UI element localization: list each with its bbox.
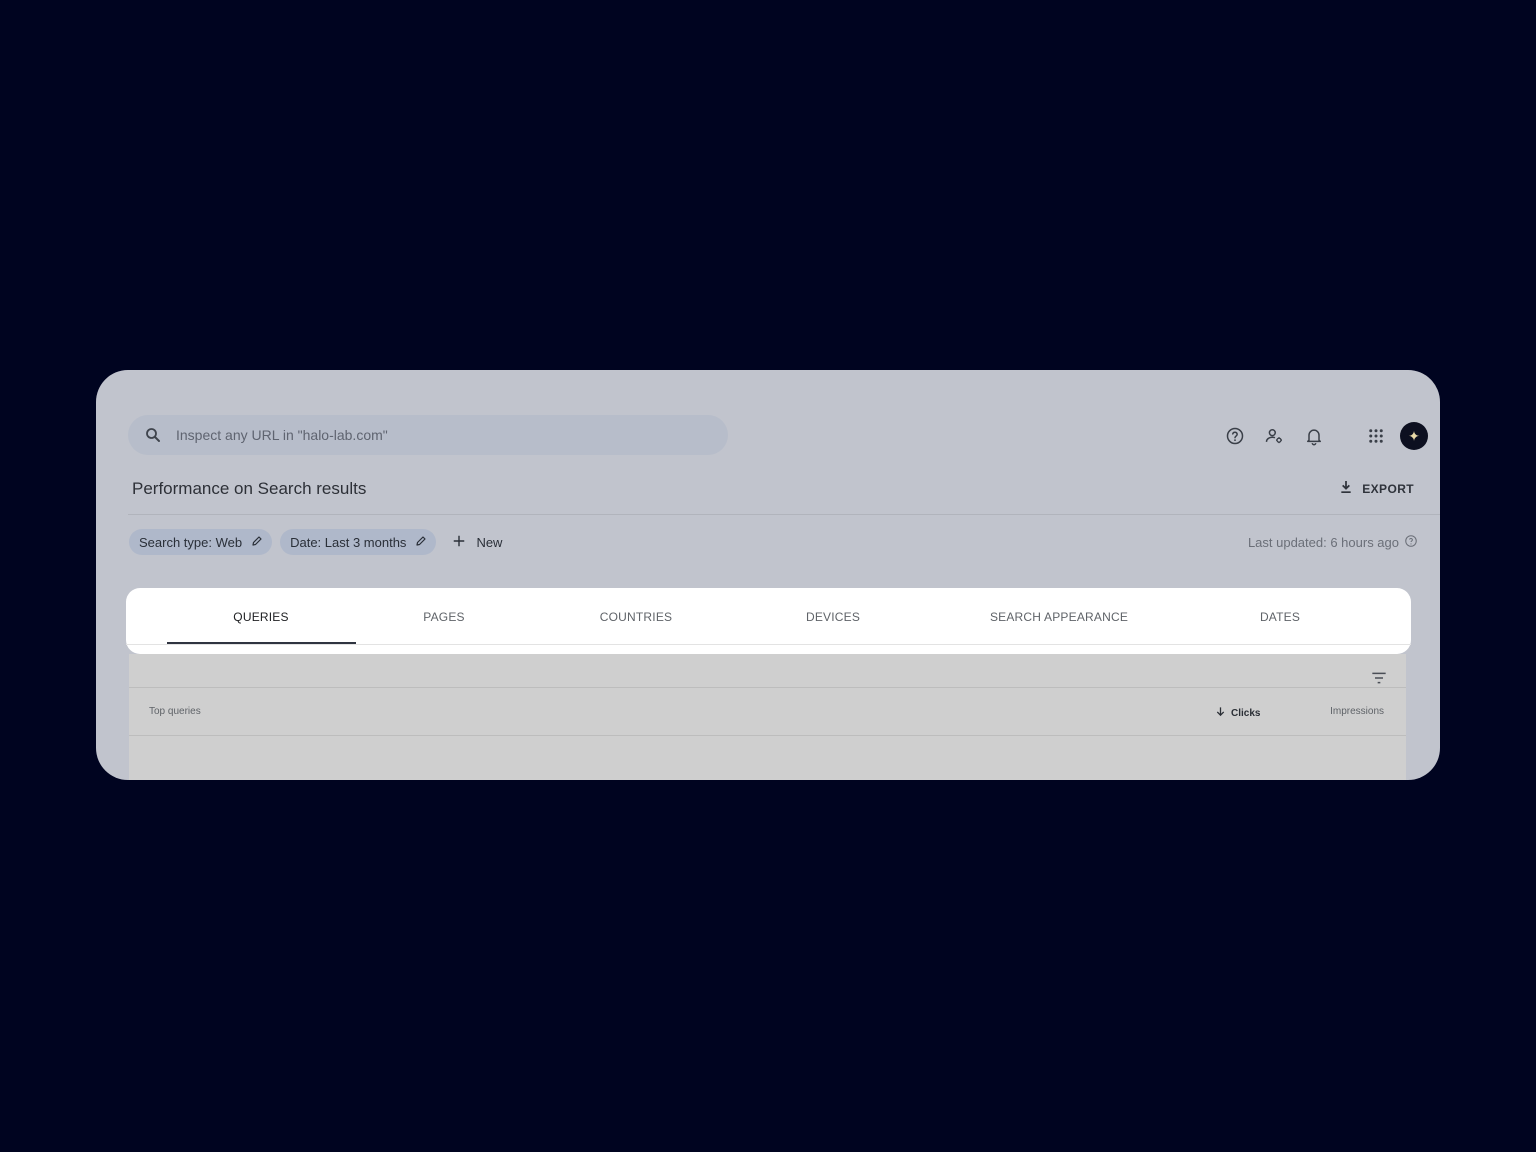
table-divider xyxy=(129,735,1406,736)
column-header-clicks[interactable]: Clicks xyxy=(1215,706,1260,720)
header-divider xyxy=(128,514,1440,515)
search-input[interactable] xyxy=(174,426,698,444)
export-label: EXPORT xyxy=(1362,481,1414,496)
queries-table: Top queries Clicks Impressions xyxy=(129,654,1406,780)
active-tab-indicator xyxy=(167,642,356,644)
new-filter-button[interactable]: New xyxy=(452,534,502,551)
column-header-impressions[interactable]: Impressions xyxy=(1330,706,1384,717)
tab-countries[interactable]: COUNTRIES xyxy=(600,610,672,624)
last-updated-text: Last updated: 6 hours ago xyxy=(1247,535,1399,550)
sort-arrow-down-icon xyxy=(1215,706,1226,720)
bell-icon[interactable] xyxy=(1302,424,1326,448)
date-chip[interactable]: Date: Last 3 months xyxy=(280,529,437,555)
export-button[interactable]: EXPORT xyxy=(1338,479,1414,498)
last-updated: Last updated: 6 hours ago xyxy=(1248,534,1418,551)
edit-icon[interactable] xyxy=(415,535,427,550)
help-icon[interactable] xyxy=(1223,424,1247,448)
tab-search-appearance[interactable]: SEARCH APPEARANCE xyxy=(990,610,1128,624)
column-header-top-queries[interactable]: Top queries xyxy=(149,706,201,717)
tab-devices[interactable]: DEVICES xyxy=(806,610,860,624)
admin-icon[interactable] xyxy=(1262,424,1286,448)
apps-icon[interactable] xyxy=(1364,424,1388,448)
new-filter-label: New xyxy=(476,534,503,550)
chip-label: Search type: Web xyxy=(139,534,243,550)
download-icon xyxy=(1338,479,1354,498)
tab-dates[interactable]: DATES xyxy=(1260,610,1300,624)
search-console-window: ✦ Performance on Search results EXPORT S… xyxy=(96,370,1440,780)
page-title: Performance on Search results xyxy=(132,479,367,498)
search-icon xyxy=(144,426,162,444)
avatar[interactable]: ✦ xyxy=(1400,422,1428,450)
tab-queries[interactable]: QUERIES xyxy=(233,610,288,624)
search-type-chip[interactable]: Search type: Web xyxy=(129,529,273,555)
header-actions: ✦ xyxy=(1223,422,1428,450)
dimension-tabs: QUERIES PAGES COUNTRIES DEVICES SEARCH A… xyxy=(126,588,1411,654)
info-icon[interactable] xyxy=(1404,534,1418,551)
url-inspection-search[interactable] xyxy=(128,415,728,455)
tabs-divider xyxy=(126,644,1411,645)
plus-icon xyxy=(452,534,466,551)
filter-bar: Search type: Web Date: Last 3 months New xyxy=(129,529,502,555)
tab-pages[interactable]: PAGES xyxy=(423,610,464,624)
table-divider xyxy=(129,687,1406,688)
chip-label: Date: Last 3 months xyxy=(290,534,407,550)
edit-icon[interactable] xyxy=(251,535,263,550)
clicks-label: Clicks xyxy=(1231,707,1261,719)
